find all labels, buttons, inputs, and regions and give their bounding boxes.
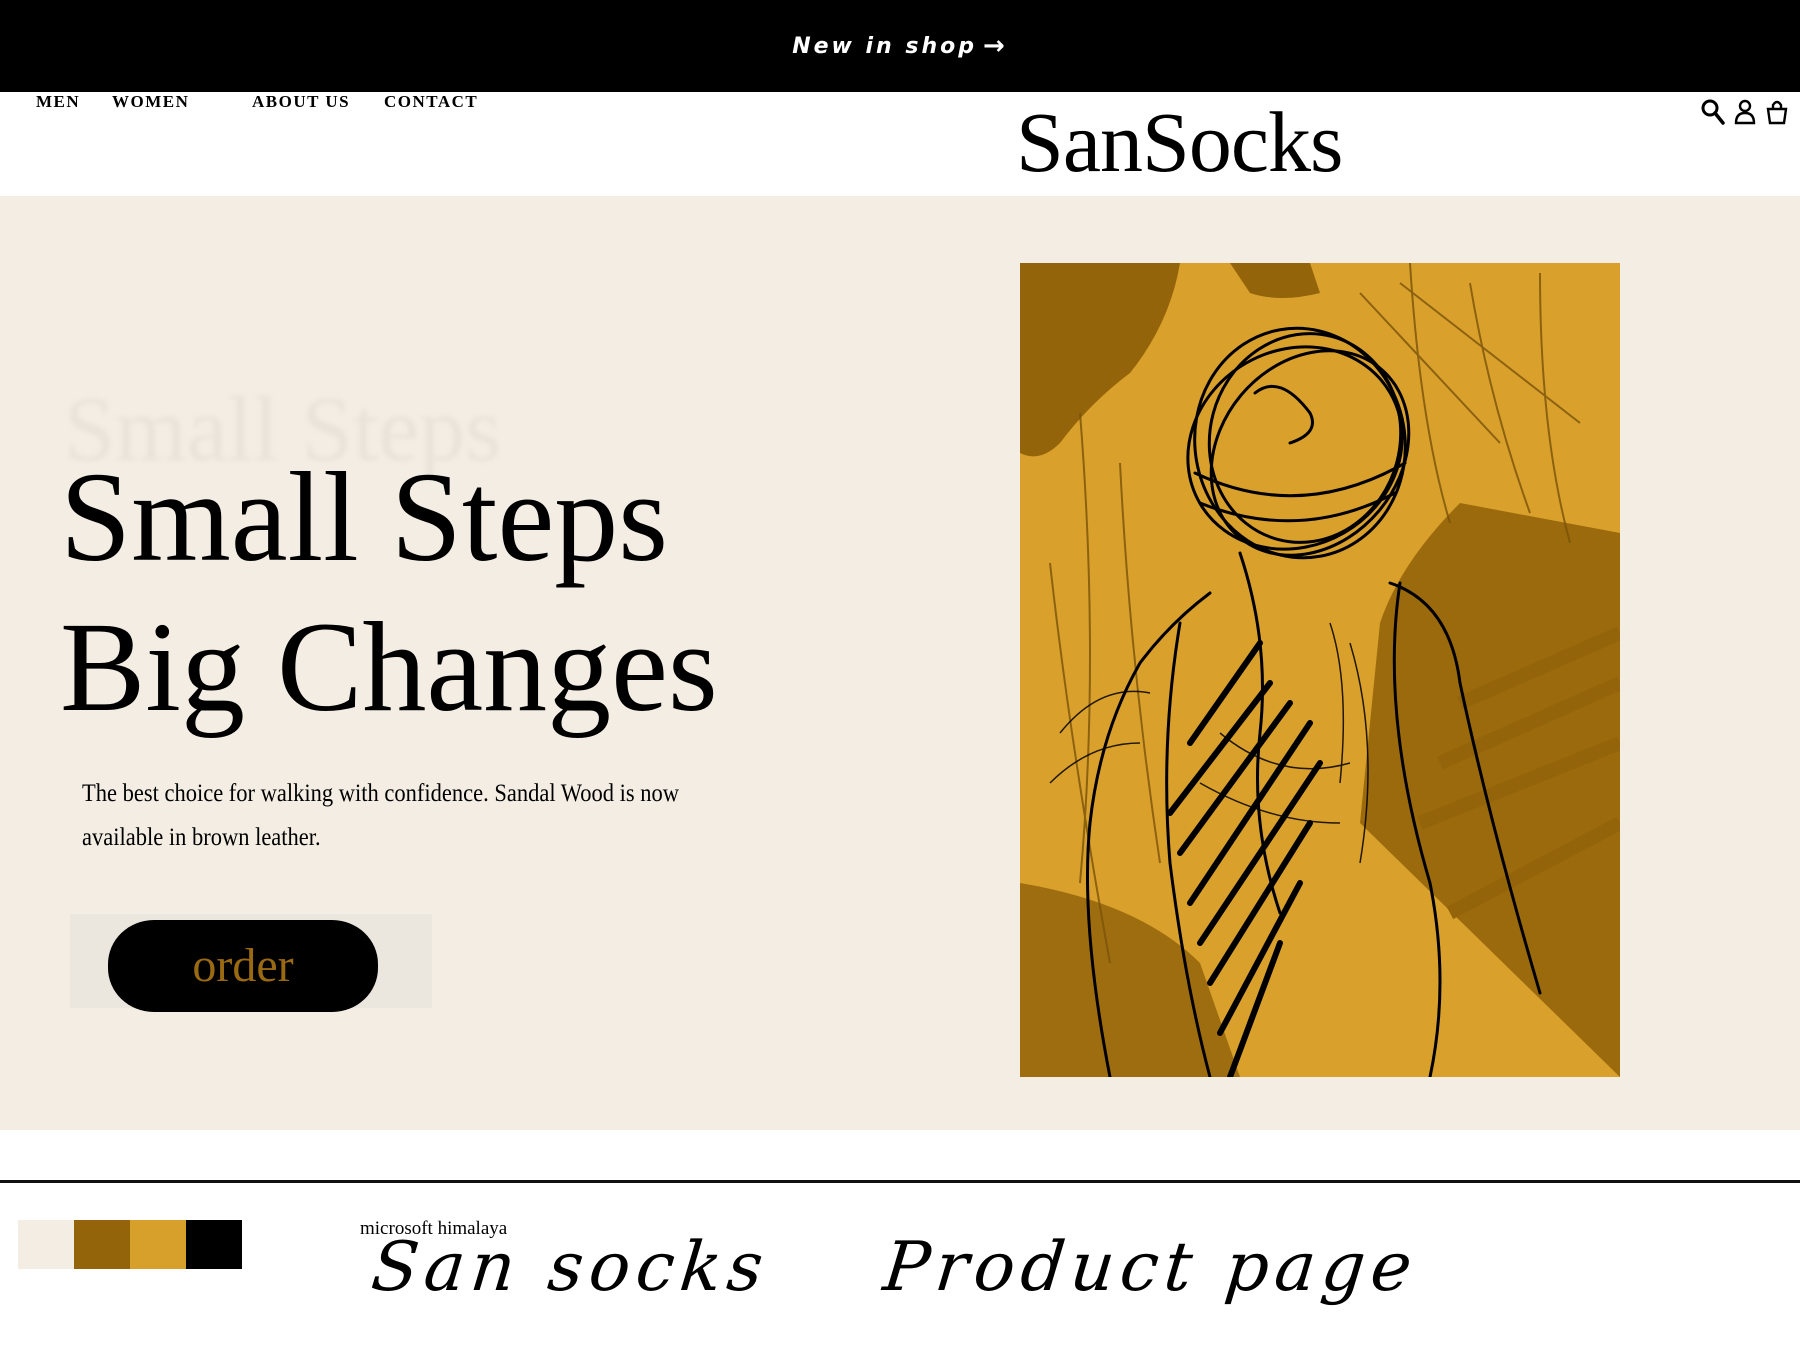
figure-sketch-illustration <box>1020 263 1620 1077</box>
announcement-bar: New in shop → <box>0 0 1800 92</box>
order-button-backdrop: order <box>70 914 432 1012</box>
nav-item-men[interactable]: Men <box>36 92 80 112</box>
order-button[interactable]: order <box>108 920 378 1012</box>
color-palette <box>18 1220 242 1269</box>
handwritten-note-subtitle: Product page <box>879 1228 1422 1307</box>
hero-title-line-2: Big Changes <box>60 596 718 738</box>
swatch-black <box>186 1220 242 1269</box>
arrow-right-icon: → <box>983 31 1008 61</box>
announcement-label: New in shop <box>792 33 977 59</box>
nav-item-contact[interactable]: Contact <box>384 92 478 112</box>
swatch-cream <box>18 1220 74 1269</box>
hero-title: Small Steps Big Changes <box>60 442 718 742</box>
hero-section: Small Steps Small Steps Big Changes The … <box>0 196 1800 1130</box>
hero-description: The best choice for walking with confide… <box>82 780 680 851</box>
nav-item-women[interactable]: Women <box>112 92 189 112</box>
nav-item-about-us[interactable]: About us <box>252 92 350 112</box>
user-icon[interactable] <box>1732 98 1758 126</box>
hero-title-line-1: Small Steps <box>60 446 669 588</box>
brand-logo[interactable]: SanSocks <box>1016 92 1343 192</box>
new-in-shop-link[interactable]: New in shop → <box>792 31 1008 61</box>
swatch-brown <box>74 1220 130 1269</box>
bag-icon[interactable] <box>1764 98 1790 126</box>
site-header: Men Women About us Contact SanSocks <box>0 92 1800 196</box>
handwritten-note-title: San socks <box>367 1228 773 1307</box>
header-icons <box>1700 98 1790 126</box>
section-divider <box>0 1180 1800 1183</box>
search-icon[interactable] <box>1700 98 1726 126</box>
swatch-mustard <box>130 1220 186 1269</box>
